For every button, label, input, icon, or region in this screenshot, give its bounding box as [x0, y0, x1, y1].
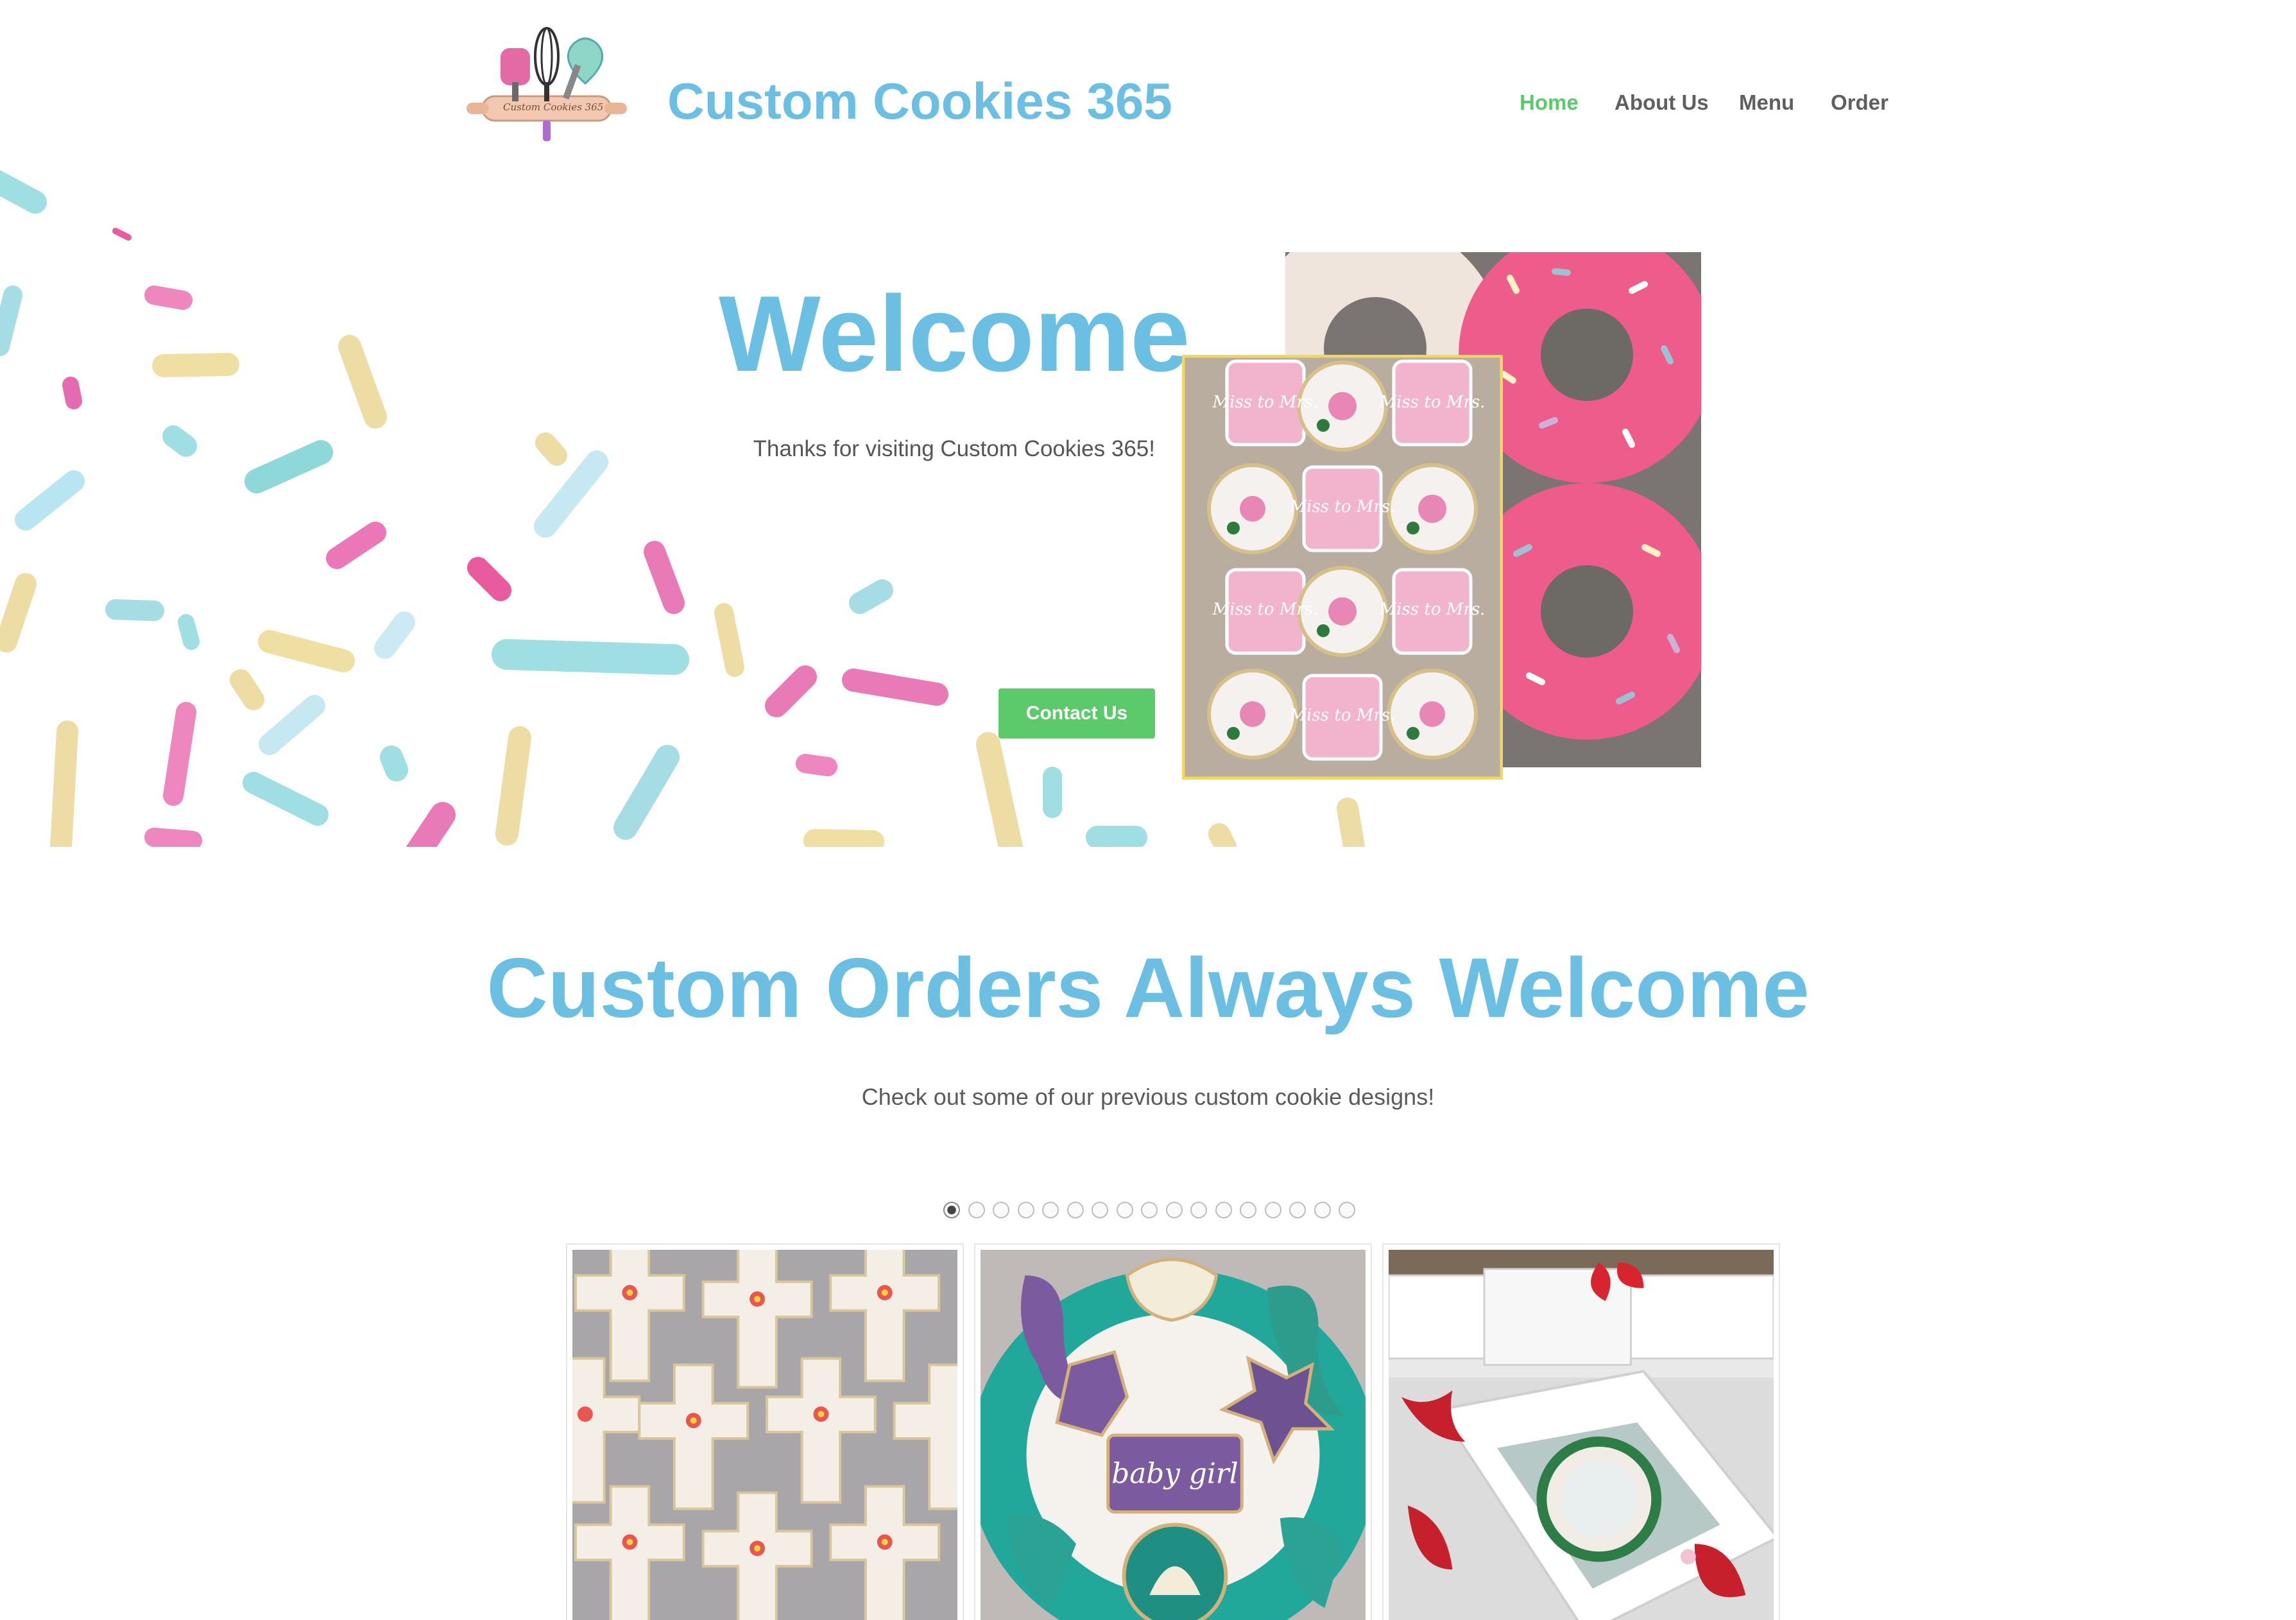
carousel-dot-9[interactable] [1141, 1202, 1158, 1218]
cookie-text: Miss to Mrs. [1379, 600, 1486, 619]
carousel-dot-1[interactable] [943, 1202, 960, 1218]
gallery-card-1[interactable] [566, 1243, 964, 1620]
nav-about-us[interactable]: About Us [1615, 87, 1709, 119]
cookie-text: Miss to Mrs. [1289, 497, 1396, 516]
carousel-dots [943, 1200, 1355, 1220]
logo-text: Custom Cookies 365 [503, 101, 604, 113]
contact-us-button[interactable]: Contact Us [998, 688, 1155, 738]
carousel-dot-7[interactable] [1092, 1202, 1108, 1218]
carousel-dot-8[interactable] [1116, 1202, 1133, 1218]
orders-heading: Custom Orders Always Welcome [486, 941, 1810, 1035]
carousel-dot-12[interactable] [1215, 1202, 1232, 1218]
carousel-dot-6[interactable] [1067, 1202, 1084, 1218]
baby-girl-text: baby girl [1111, 1458, 1238, 1490]
gallery-card-3[interactable] [1382, 1243, 1780, 1620]
cookie-text: Miss to Mrs. [1379, 393, 1486, 412]
logo[interactable]: Custom Cookies 365 [463, 26, 630, 144]
carousel-dot-5[interactable] [1042, 1202, 1059, 1218]
carousel-dot-10[interactable] [1165, 1202, 1183, 1218]
carousel-dot-14[interactable] [1264, 1202, 1281, 1218]
nav-home[interactable]: Home [1520, 87, 1579, 119]
logo-icon [467, 27, 627, 141]
nav-menu[interactable]: Menu [1739, 87, 1794, 119]
mermaid-cookies-photo: baby girl [981, 1250, 1366, 1620]
carousel-dot-11[interactable] [1190, 1202, 1207, 1218]
cookie-text: Miss to Mrs. [1289, 706, 1396, 725]
carousel-dot-3[interactable] [993, 1202, 1009, 1218]
miss-to-mrs-cookies-photo: Miss to Mrs. Miss to Mrs. Miss to Mrs. M… [1182, 355, 1503, 780]
carousel-dot-2[interactable] [968, 1202, 985, 1218]
carousel-dot-13[interactable] [1240, 1202, 1256, 1218]
orders-subtext: Check out some of our previous custom co… [861, 1084, 1435, 1110]
site-title[interactable]: Custom Cookies 365 [667, 69, 1172, 133]
carousel-dot-4[interactable] [1017, 1202, 1034, 1218]
carousel-dot-16[interactable] [1314, 1202, 1331, 1218]
hero-subtext: Thanks for visiting Custom Cookies 365! [753, 436, 1155, 461]
gallery-card-2[interactable]: baby girl [974, 1243, 1372, 1620]
cookie-text: Miss to Mrs. [1212, 600, 1319, 619]
carousel-dot-15[interactable] [1289, 1202, 1306, 1218]
gift-box-cookies-photo [1389, 1250, 1774, 1620]
cross-cookies-photo [572, 1250, 957, 1620]
hero-heading: Welcome [719, 273, 1190, 394]
cookie-text: Miss to Mrs. [1212, 393, 1319, 412]
carousel-dot-17[interactable] [1339, 1202, 1355, 1218]
nav-order[interactable]: Order [1831, 87, 1889, 119]
